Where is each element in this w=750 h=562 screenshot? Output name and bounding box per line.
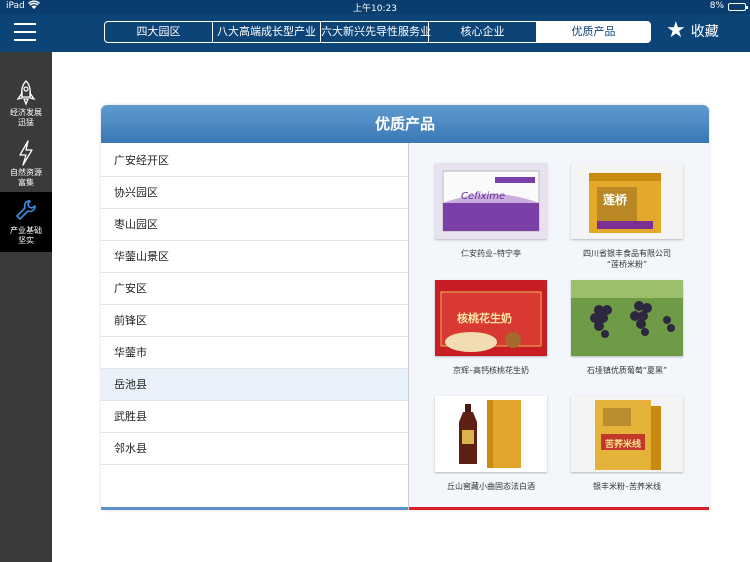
product-card[interactable]: 石垭镇优质葡萄“夏黑”: [562, 280, 692, 376]
product-box-text: Cefixime: [461, 191, 506, 202]
product-caption: 丘山窖藏小曲固态法白酒: [447, 482, 535, 491]
tab-core-enterprises[interactable]: 核心企业: [429, 22, 537, 42]
nav-bar: 四大园区 八大高端成长型产业 六大新兴先导性服务业 核心企业 优质产品 ★ 收藏: [0, 14, 750, 52]
product-caption: 仁安药业–特宁亭: [461, 249, 521, 258]
lightning-icon: [19, 140, 33, 166]
product-card[interactable]: 莲桥 四川省银丰食品有限公司 “莲桥米粉”: [562, 163, 692, 270]
product-card[interactable]: Cefixime 仁安药业–特宁亭: [426, 163, 556, 259]
product-caption: 石垭镇优质葡萄“夏黑”: [586, 366, 668, 375]
rocket-icon: [16, 80, 36, 106]
sidebar-item-industry[interactable]: 产业基础 坚实: [0, 192, 52, 252]
product-image: 苦荞米线: [571, 396, 683, 472]
tab-six-services[interactable]: 六大新兴先导性服务业: [321, 22, 431, 42]
product-card[interactable]: 苦荞米线 银丰米粉–苦荞米线: [562, 396, 692, 492]
list-item[interactable]: 广安经开区: [101, 145, 408, 177]
sidebar-item-label: 经济发展: [10, 108, 42, 117]
status-bar: iPad 上午10:23 8%: [0, 0, 750, 14]
wrench-icon: [16, 200, 36, 220]
sidebar-item-label: 富集: [18, 178, 34, 187]
product-image: [435, 396, 547, 472]
list-item[interactable]: 邻水县: [101, 433, 408, 465]
product-box-text: 核桃花生奶: [457, 312, 512, 325]
star-icon: ★: [666, 18, 686, 43]
list-item[interactable]: 枣山园区: [101, 209, 408, 241]
product-caption-line2: “莲桥米粉”: [606, 260, 648, 269]
product-caption: 京辉–高钙核桃花生奶: [453, 366, 529, 375]
list-item[interactable]: 华蓥市: [101, 337, 408, 369]
list-item[interactable]: 武胜县: [101, 401, 408, 433]
product-caption: 银丰米粉–苦荞米线: [593, 482, 661, 491]
product-box-text: 莲桥: [603, 193, 628, 207]
product-image: [571, 280, 683, 356]
product-box-text: 苦荞米线: [605, 440, 642, 450]
favorite-label: 收藏: [690, 24, 719, 40]
list-item[interactable]: 前锋区: [101, 305, 408, 337]
product-card[interactable]: 核桃花生奶 京辉–高钙核桃花生奶: [426, 280, 556, 376]
product-card[interactable]: 丘山窖藏小曲固态法白酒: [426, 396, 556, 492]
tab-four-parks[interactable]: 四大园区: [105, 22, 213, 42]
list-item[interactable]: 华蓥山景区: [101, 241, 408, 273]
list-item[interactable]: 协兴园区: [101, 177, 408, 209]
status-time: 上午10:23: [353, 4, 397, 14]
product-image: Cefixime: [435, 163, 547, 239]
battery-percent: 8%: [709, 1, 724, 11]
sidebar-item-label: 迅猛: [18, 118, 34, 127]
region-list: 广安经开区 协兴园区 枣山园区 华蓥山景区 广安区 前锋区 华蓥市 岳池县 武胜…: [101, 143, 408, 510]
product-caption: 四川省银丰食品有限公司: [583, 249, 671, 258]
list-item-selected[interactable]: 岳池县: [101, 369, 408, 401]
tab-quality-products[interactable]: 优质产品: [537, 22, 650, 42]
sidebar-item-resources[interactable]: 自然资源 富集: [0, 134, 52, 194]
menu-icon[interactable]: [14, 23, 36, 41]
card-title: 优质产品: [101, 105, 709, 143]
sidebar-item-label: 坚实: [18, 236, 34, 245]
favorite-button[interactable]: ★ 收藏: [666, 20, 719, 42]
sidebar: 经济发展 迅猛 自然资源 富集 产业基础 坚实: [0, 52, 52, 562]
tab-eight-industries[interactable]: 八大高端成长型产业: [213, 22, 321, 42]
products-card: 优质产品 广安经开区 协兴园区 枣山园区 华蓥山景区 广安区 前锋区 华蓥市 岳…: [101, 105, 709, 510]
battery-icon: [728, 3, 748, 11]
product-grid: Cefixime 仁安药业–特宁亭 莲桥 四川省银丰食品有限公司 “莲桥米粉”: [409, 143, 709, 510]
sidebar-item-economy[interactable]: 经济发展 迅猛: [0, 74, 52, 134]
sidebar-item-label: 产业基础: [10, 226, 42, 235]
product-image: 核桃花生奶: [435, 280, 547, 356]
sidebar-item-label: 自然资源: [10, 168, 42, 177]
list-item[interactable]: 广安区: [101, 273, 408, 305]
product-image: 莲桥: [571, 163, 683, 239]
category-tabs: 四大园区 八大高端成长型产业 六大新兴先导性服务业 核心企业 优质产品: [104, 21, 651, 43]
